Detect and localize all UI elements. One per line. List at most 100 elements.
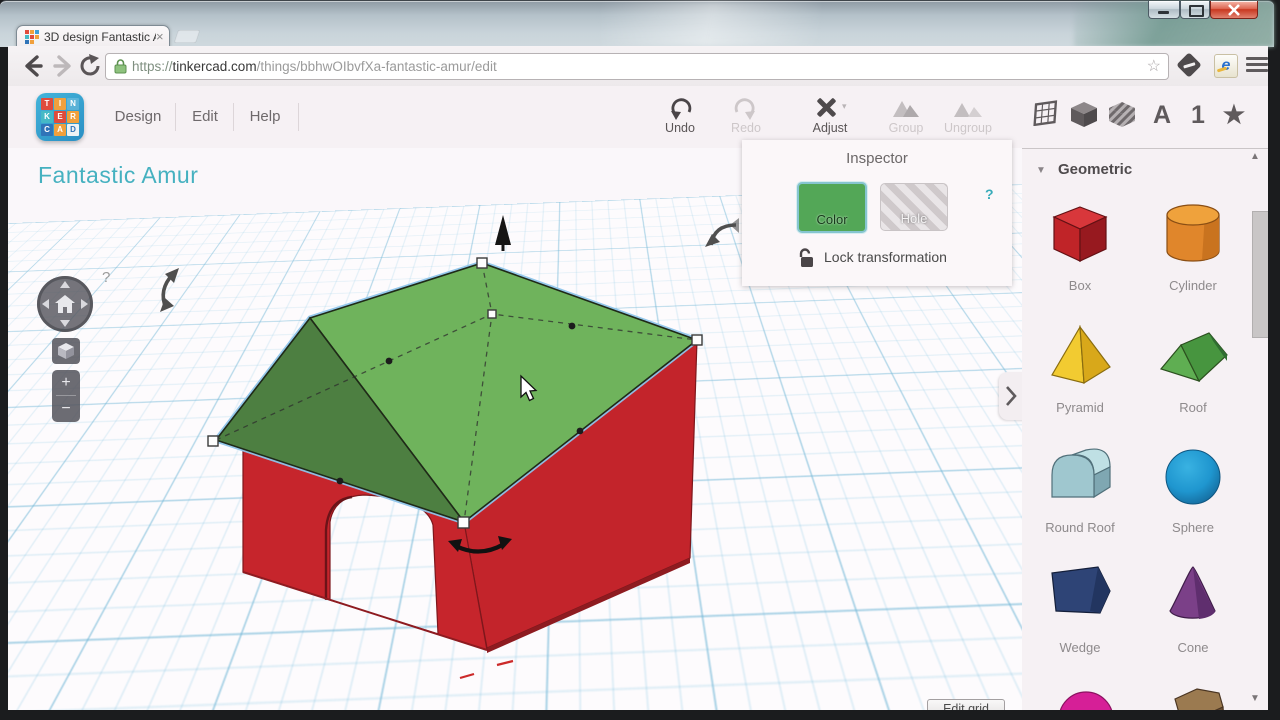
shape-cone[interactable]: Cone <box>1145 561 1241 655</box>
section-collapse-caret-icon: ▼ <box>1036 165 1046 176</box>
favorites-category-icon[interactable]: ★ <box>1218 100 1250 130</box>
edit-grid-button[interactable]: Edit grid <box>927 699 1005 710</box>
scroll-down-icon[interactable]: ▼ <box>1250 693 1260 704</box>
color-swatch-button[interactable]: Color <box>797 182 867 233</box>
svg-text:▾: ▾ <box>842 101 847 111</box>
redo-button[interactable]: Redo <box>717 96 775 140</box>
shape-wedge[interactable]: Wedge <box>1032 561 1128 655</box>
tinkercad-favicon-icon <box>25 30 39 44</box>
screen: 3D design Fantastic A × <box>0 0 1280 720</box>
extension-glyph <box>1183 62 1195 68</box>
maximize-icon <box>1189 5 1204 17</box>
rotate-handle-left[interactable] <box>160 268 179 312</box>
shape-partial-brown[interactable] <box>1145 681 1241 710</box>
new-tab-button[interactable] <box>174 30 200 43</box>
shapes-sidebar: ▲ ▼ ▼ Geometric Box Cylinder <box>1022 148 1268 710</box>
corner-handle[interactable] <box>477 258 487 268</box>
round-roof-shape-icon <box>1042 441 1118 513</box>
center-handle[interactable] <box>488 310 496 318</box>
box-shape-icon <box>1042 199 1118 271</box>
back-button[interactable] <box>20 53 46 79</box>
shape-pyramid[interactable]: Pyramid <box>1032 321 1128 415</box>
move-up-arrow-handle[interactable] <box>495 215 511 245</box>
lock-transformation-row[interactable]: Lock transformation <box>798 248 816 268</box>
url-path: /things/bbhwOIbvfXa-fantastic-amur/edit <box>257 59 497 74</box>
rotate-handle-top-right[interactable] <box>705 218 739 247</box>
app-header: T I N K E R C A D Design Edit Help Und <box>8 86 1268 148</box>
close-icon <box>1227 4 1241 16</box>
address-bar[interactable]: https://tinkercad.com/things/bbhwOIbvfXa… <box>105 53 1169 80</box>
scale-dot-handle[interactable] <box>337 478 344 485</box>
forward-button[interactable] <box>50 53 76 79</box>
scroll-up-icon[interactable]: ▲ <box>1250 151 1260 162</box>
menu-separator <box>175 103 176 131</box>
workplane-category-icon[interactable] <box>1031 100 1063 130</box>
menu-design[interactable]: Design <box>108 106 168 128</box>
url-domain: tinkercad.com <box>173 59 257 74</box>
browser-tab[interactable]: 3D design Fantastic A × <box>16 25 170 48</box>
undo-icon <box>651 96 709 120</box>
ungroup-button[interactable]: Ungroup <box>939 96 997 140</box>
glass-highlight <box>600 1 820 47</box>
url-text: https://tinkercad.com/things/bbhwOIbvfXa… <box>132 59 497 74</box>
sidebar-scrollbar[interactable] <box>1252 211 1268 338</box>
window-titlebar[interactable]: 3D design Fantastic A × <box>0 0 1274 47</box>
shape-box[interactable]: Box <box>1032 199 1128 293</box>
extension-icon[interactable] <box>1176 52 1201 77</box>
corner-handle[interactable] <box>458 517 469 528</box>
scale-dot-handle[interactable] <box>569 323 576 330</box>
tinkercad-logo[interactable]: T I N K E R C A D <box>36 93 84 141</box>
chrome-menu-button[interactable] <box>1246 56 1268 74</box>
adjust-button[interactable]: ▾ Adjust <box>801 96 859 140</box>
ie-extension-icon[interactable]: e <box>1214 54 1238 78</box>
shape-sphere[interactable]: Sphere <box>1145 441 1241 535</box>
hole-shapes-category-icon[interactable] <box>1106 100 1138 130</box>
inspector-panel: Inspector Color Hole ? Lock transformati… <box>742 140 1012 286</box>
shape-partial-magenta[interactable] <box>1032 681 1128 710</box>
solid-shapes-category-icon[interactable] <box>1068 100 1100 130</box>
corner-handle[interactable] <box>692 335 702 345</box>
menu-separator <box>298 103 299 131</box>
undo-button[interactable]: Undo <box>651 96 709 140</box>
menu-edit[interactable]: Edit <box>180 106 230 128</box>
scale-dot-handle[interactable] <box>577 428 584 435</box>
snap-mark <box>497 661 513 665</box>
cylinder-shape-icon <box>1155 199 1231 271</box>
inspector-title: Inspector <box>742 150 1012 167</box>
numbers-category-icon[interactable]: 1 <box>1182 100 1214 130</box>
paraboloid-shape-icon <box>1042 681 1118 710</box>
color-swatch-label: Color <box>799 212 865 227</box>
snap-mark <box>460 674 474 678</box>
tab-title: 3D design Fantastic A <box>44 30 156 45</box>
roof-shape-icon <box>1155 321 1231 393</box>
chevron-right-icon <box>1005 386 1017 406</box>
pyramid-shape-icon <box>1042 321 1118 393</box>
shape-cylinder[interactable]: Cylinder <box>1145 199 1241 293</box>
letters-category-icon[interactable]: A <box>1146 100 1178 130</box>
hex-prism-shape-icon <box>1155 681 1231 710</box>
shape-round-roof[interactable]: Round Roof <box>1032 441 1128 535</box>
sphere-shape-icon <box>1155 441 1231 513</box>
wedge-shape-icon <box>1042 561 1118 633</box>
group-button[interactable]: Group <box>877 96 935 140</box>
lock-transformation-label: Lock transformation <box>824 249 947 265</box>
corner-handle[interactable] <box>208 436 218 446</box>
scale-dot-handle[interactable] <box>386 358 393 365</box>
ungroup-icon <box>939 96 997 120</box>
menu-help[interactable]: Help <box>238 106 292 128</box>
https-lock-icon <box>114 59 127 74</box>
section-title: Geometric <box>1058 161 1132 178</box>
close-button[interactable] <box>1210 1 1258 19</box>
cone-shape-icon <box>1155 561 1231 633</box>
move-up-arrow-stem <box>502 245 505 251</box>
minimize-button[interactable] <box>1148 1 1180 19</box>
maximize-button[interactable] <box>1180 1 1210 19</box>
unlocked-padlock-icon <box>798 248 816 268</box>
minimize-icon <box>1158 11 1169 14</box>
tab-close-button[interactable]: × <box>156 29 164 45</box>
reload-button[interactable] <box>78 53 104 79</box>
hole-swatch-button[interactable]: Hole <box>880 183 948 231</box>
shape-roof[interactable]: Roof <box>1145 321 1241 415</box>
inspector-help[interactable]: ? <box>985 186 994 202</box>
bookmark-star-icon[interactable]: ☆ <box>1147 56 1161 76</box>
